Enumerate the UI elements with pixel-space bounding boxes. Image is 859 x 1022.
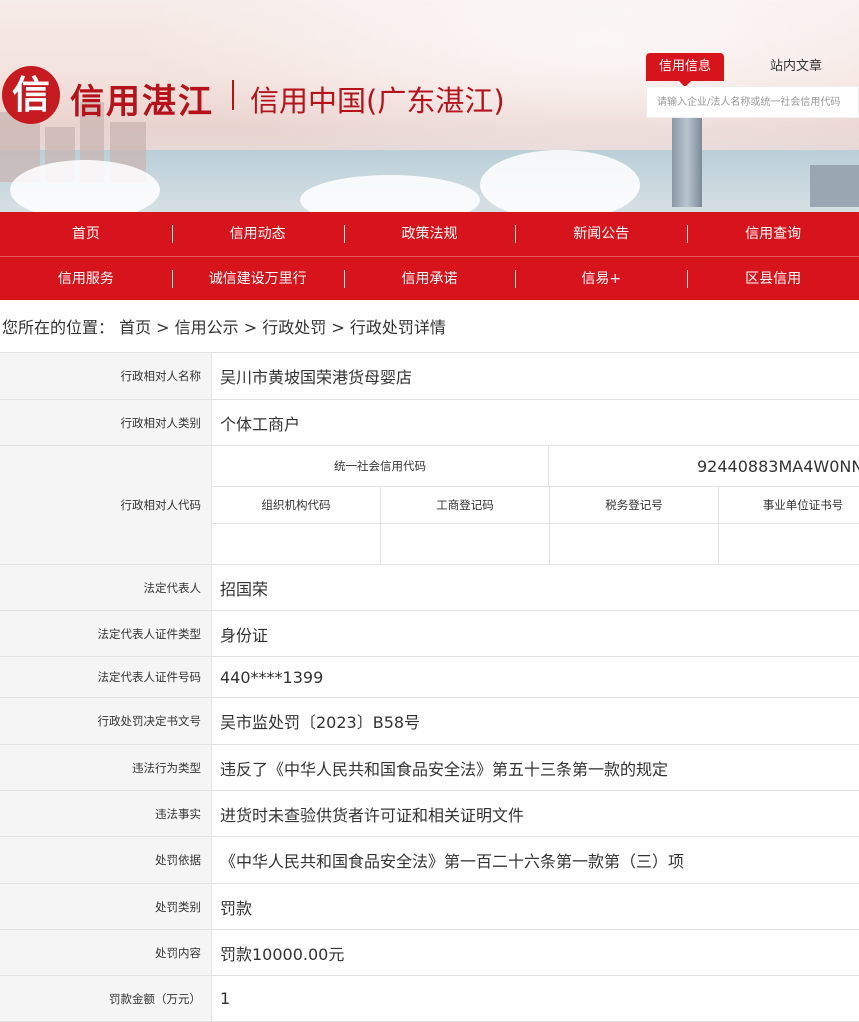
- field-label: 处罚内容: [0, 930, 212, 975]
- search-tab-credit-info[interactable]: 信用信息: [646, 53, 724, 87]
- field-value-decision-number: 吴市监处罚〔2023〕B58号: [220, 713, 421, 732]
- field-label: 行政处罚决定书文号: [0, 698, 212, 744]
- site-subtitle: 信用中国(广东湛江): [250, 84, 505, 118]
- nav-item-home[interactable]: 首页: [0, 212, 172, 256]
- nav-item-credit-commitment[interactable]: 信用承诺: [343, 257, 516, 300]
- field-label: 行政相对人名称: [0, 353, 212, 399]
- search-box: [646, 86, 859, 118]
- field-value-penalty-basis: 《中华人民共和国食品安全法》第一百二十六条第一款第（三）项: [220, 852, 685, 871]
- field-value-penalty-content: 罚款10000.00元: [220, 944, 345, 964]
- field-label: 法定代表人证件类型: [0, 611, 212, 656]
- table-row: 行政处罚决定书文号 吴市监处罚〔2023〕B58号: [0, 698, 859, 745]
- field-label: 处罚类别: [0, 884, 212, 929]
- field-value-fine-amount: 1: [220, 989, 231, 1008]
- nav-item-credit-news[interactable]: 信用动态: [171, 212, 344, 256]
- main-nav-row-1: 首页 信用动态 政策法规 新闻公告 信用查询: [0, 212, 859, 256]
- logo-divider: [232, 80, 234, 110]
- uscc-label: 统一社会信用代码: [212, 446, 549, 486]
- banner-cloud: [480, 150, 640, 212]
- field-label: 违法行为类型: [0, 745, 212, 790]
- nav-item-policies[interactable]: 政策法规: [343, 212, 516, 256]
- table-row: 罚款金额（万元） 1: [0, 976, 859, 1022]
- table-row: 处罚依据 《中华人民共和国食品安全法》第一百二十六条第一款第（三）项: [0, 837, 859, 884]
- code-row-uscc: 统一社会信用代码 92440883MA4W0NN: [212, 446, 859, 487]
- code-subtable: 统一社会信用代码 92440883MA4W0NN 组织机构代码 工商登记码 税务…: [212, 446, 859, 564]
- org-code-value: [212, 524, 381, 564]
- field-label: 违法事实: [0, 791, 212, 836]
- table-row: 处罚类别 罚款: [0, 884, 859, 930]
- field-label: 罚款金额（万元）: [0, 976, 212, 1021]
- nav-item-credit-query[interactable]: 信用查询: [687, 212, 859, 256]
- field-label: 行政相对人代码: [0, 446, 212, 564]
- search-input[interactable]: [647, 87, 858, 117]
- table-row: 违法行为类型 违反了《中华人民共和国食品安全法》第五十三条第一款的规定: [0, 745, 859, 791]
- field-value-violation-type: 违反了《中华人民共和国食品安全法》第五十三条第一款的规定: [220, 759, 669, 779]
- nav-item-announcements[interactable]: 新闻公告: [515, 212, 687, 256]
- header-banner: 信 信用湛江 信用中国(广东湛江) 信用信息 站内文章: [0, 0, 859, 212]
- institution-cert-value: [719, 524, 859, 564]
- business-reg-header: 工商登记码: [381, 487, 550, 523]
- tax-reg-value: [550, 524, 719, 564]
- logo-icon[interactable]: 信: [2, 66, 60, 124]
- table-row: 法定代表人证件类型 身份证: [0, 611, 859, 657]
- field-value-legal-rep: 招国荣: [220, 579, 269, 599]
- main-nav-row-2: 信用服务 诚信建设万里行 信用承诺 信易+ 区县信用: [0, 256, 859, 300]
- field-value-category: 个体工商户: [220, 414, 301, 434]
- field-value-violation-facts: 进货时未查验供货者许可证和相关证明文件: [220, 805, 525, 825]
- breadcrumb: 您所在的位置： 首页 > 信用公示 > 行政处罚 > 行政处罚详情: [2, 318, 446, 337]
- table-row: 法定代表人证件号码 440****1399: [0, 657, 859, 698]
- penalty-detail-table: 行政相对人名称 吴川市黄坡国荣港货母婴店 行政相对人类别 个体工商户 行政相对人…: [0, 352, 859, 1022]
- field-value-penalty-type: 罚款: [220, 898, 253, 918]
- nav-item-county-credit[interactable]: 区县信用: [687, 257, 859, 300]
- code-row-headers: 组织机构代码 工商登记码 税务登记号 事业单位证书号: [212, 487, 859, 524]
- tax-reg-header: 税务登记号: [550, 487, 719, 523]
- banner-cloud: [10, 160, 160, 212]
- banner-tower: [672, 112, 702, 207]
- field-value-name: 吴川市黄坡国荣港货母婴店: [220, 368, 413, 387]
- nav-item-integrity-campaign[interactable]: 诚信建设万里行: [171, 257, 344, 300]
- code-row-values: [212, 524, 859, 564]
- table-row: 处罚内容 罚款10000.00元: [0, 930, 859, 976]
- site-title[interactable]: 信用湛江: [70, 74, 214, 123]
- table-row: 违法事实 进货时未查验供货者许可证和相关证明文件: [0, 791, 859, 837]
- institution-cert-header: 事业单位证书号: [762, 498, 844, 512]
- search-tab-site-articles[interactable]: 站内文章: [752, 53, 840, 81]
- nav-item-credit-services[interactable]: 信用服务: [0, 257, 172, 300]
- banner-tower: [810, 165, 859, 207]
- table-row: 行政相对人名称 吴川市黄坡国荣港货母婴店: [0, 353, 859, 400]
- field-label: 法定代表人证件号码: [0, 657, 212, 697]
- field-label: 处罚依据: [0, 837, 212, 883]
- field-value-id-number: 440****1399: [220, 667, 324, 687]
- nav-item-xinyi-plus[interactable]: 信易+: [515, 257, 687, 300]
- table-row: 行政相对人类别 个体工商户: [0, 400, 859, 446]
- field-label: 法定代表人: [0, 565, 212, 610]
- table-row: 行政相对人代码 统一社会信用代码 92440883MA4W0NN 组织机构代码 …: [0, 446, 859, 565]
- business-reg-value: [381, 524, 550, 564]
- uscc-value: 92440883MA4W0NN: [697, 456, 859, 476]
- org-code-header: 组织机构代码: [212, 487, 381, 523]
- field-value-id-type: 身份证: [220, 625, 269, 645]
- field-label: 行政相对人类别: [0, 400, 212, 445]
- table-row: 法定代表人 招国荣: [0, 565, 859, 611]
